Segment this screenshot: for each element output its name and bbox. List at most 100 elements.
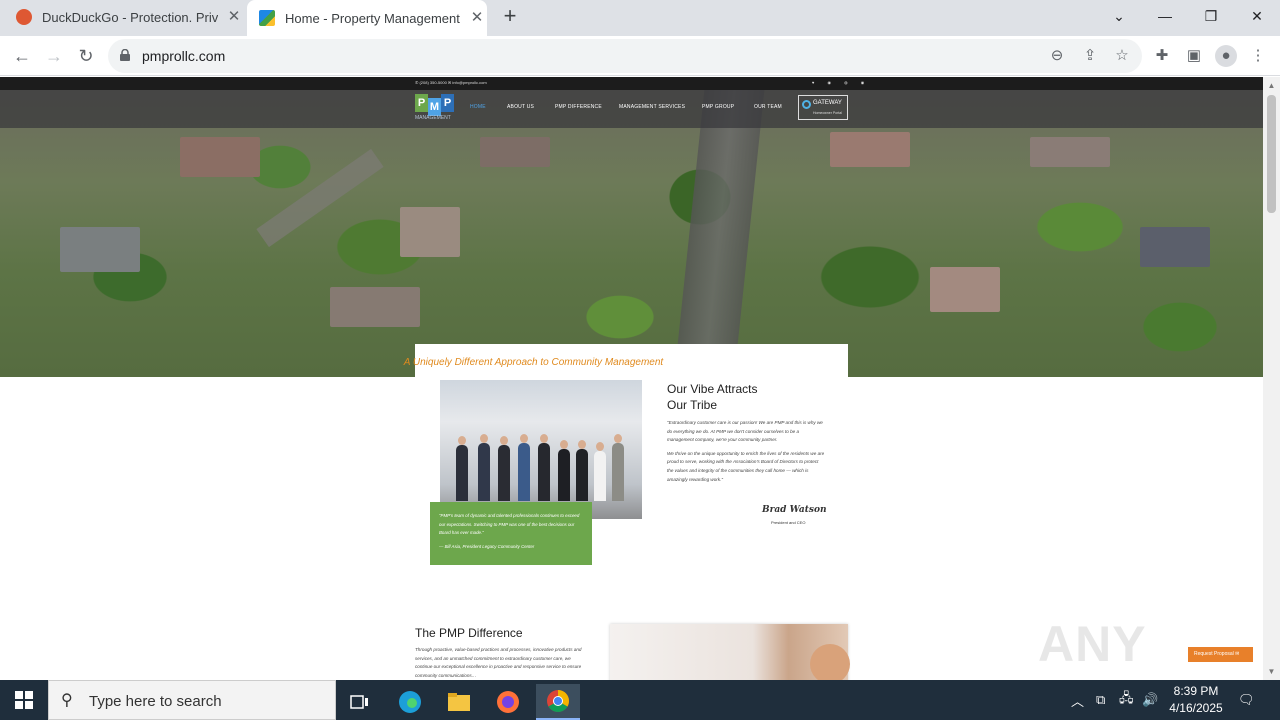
logo-letter: P: [415, 94, 428, 112]
contact-info[interactable]: ✆ (208) 350-5000 ✉ info@pmprollc.com: [415, 80, 487, 85]
volume-icon[interactable]: 🔊: [1142, 680, 1158, 720]
nav-home[interactable]: HOME: [470, 104, 486, 110]
close-tab-icon[interactable]: ✕: [469, 10, 485, 26]
profile-avatar-icon[interactable]: ●: [1215, 45, 1237, 67]
scroll-up-icon[interactable]: ▲: [1267, 81, 1276, 90]
restore-button[interactable]: ❐: [1188, 0, 1234, 32]
difference-heading: The PMP Difference: [415, 626, 523, 640]
team-member: [594, 442, 606, 501]
close-window-button[interactable]: ✕: [1234, 0, 1280, 32]
gateway-subtitle: Homeowner Portal: [813, 111, 842, 115]
firefox-icon[interactable]: [486, 684, 530, 720]
zoom-icon[interactable]: ⊖: [1048, 47, 1066, 65]
minimize-button[interactable]: —: [1142, 0, 1188, 32]
meet-now-icon[interactable]: ⧉: [1096, 680, 1105, 720]
house-roof: [830, 132, 910, 167]
vibe-heading: Our Vibe Attracts Our Tribe: [667, 381, 758, 413]
page-scrollbar[interactable]: ▲ ▼: [1263, 77, 1280, 680]
logo-subtitle: MANAGEMENT: [415, 115, 451, 121]
extensions-puzzle-icon[interactable]: ✚: [1151, 45, 1173, 67]
social-icons[interactable]: ♥ ◉ ◍ ◉: [812, 80, 870, 85]
request-proposal-button[interactable]: Request Proposal ✉: [1188, 647, 1253, 662]
house-roof: [330, 287, 420, 327]
nav-management-services[interactable]: MANAGEMENT SERVICES: [619, 104, 685, 110]
tab-strip: DuckDuckGo - Protection. Privac ✕ Home -…: [0, 0, 1280, 36]
scroll-down-icon[interactable]: ▼: [1267, 667, 1276, 676]
start-button[interactable]: [0, 680, 48, 720]
tab-search-chevron-icon[interactable]: ⌄: [1096, 0, 1142, 32]
vibe-heading-line: Our Vibe Attracts: [667, 382, 758, 396]
vibe-paragraph: We thrive on the unique opportunity to e…: [667, 450, 825, 482]
house-roof: [180, 137, 260, 177]
taskbar-search[interactable]: ⚲ Type here to search: [48, 680, 336, 720]
gateway-portal-button[interactable]: GATEWAY Homeowner Portal: [798, 95, 848, 120]
side-panel-icon[interactable]: ▣: [1183, 45, 1205, 67]
gateway-icon: [802, 100, 811, 109]
network-icon[interactable]: 🖧: [1119, 680, 1134, 720]
team-member: [498, 436, 510, 501]
new-tab-button[interactable]: +: [498, 5, 522, 29]
team-member: [538, 434, 550, 501]
team-member: [456, 436, 468, 501]
vibe-paragraph: "Extraordinary customer care is our pass…: [667, 420, 823, 443]
house-roof: [60, 227, 140, 272]
nav-pmp-difference[interactable]: PMP DIFFERENCE: [555, 104, 602, 110]
nav-our-team[interactable]: OUR TEAM: [754, 104, 782, 110]
hero-road: [256, 148, 384, 248]
task-view-icon[interactable]: [338, 684, 382, 720]
close-tab-icon[interactable]: ✕: [226, 9, 242, 25]
difference-text: Through proactive, value-based practices…: [415, 647, 582, 678]
team-member: [518, 434, 530, 501]
nav-about-us[interactable]: ABOUT US: [507, 104, 534, 110]
notifications-icon[interactable]: 🗨: [1238, 680, 1255, 720]
difference-image: [610, 624, 850, 680]
url-text[interactable]: pmprollc.com: [142, 48, 225, 64]
logo-letter: P: [441, 94, 454, 112]
house-roof: [480, 137, 550, 167]
edge-icon[interactable]: [388, 684, 432, 720]
team-photo: [440, 380, 642, 519]
share-icon[interactable]: ⇪: [1081, 47, 1099, 65]
house-roof: [930, 267, 1000, 312]
chrome-icon[interactable]: [536, 684, 580, 720]
more-menu-icon[interactable]: ⋮: [1247, 45, 1269, 67]
search-placeholder: Type here to search: [89, 693, 222, 710]
team-member: [478, 434, 490, 501]
testimonial-author: — Bill Asia, President Legacy Community …: [439, 543, 535, 549]
clock-date: 4/16/2025: [1169, 701, 1223, 715]
signature-role: President and CEO: [771, 520, 806, 525]
windows-logo-icon: [15, 691, 33, 709]
house-roof: [400, 207, 460, 257]
team-member: [576, 440, 588, 501]
search-icon: ⚲: [61, 692, 73, 709]
lock-icon[interactable]: [120, 49, 130, 61]
reload-icon[interactable]: ↻: [72, 42, 100, 70]
forward-arrow-icon[interactable]: →: [40, 42, 68, 70]
show-hidden-icons[interactable]: ︿: [1071, 680, 1084, 720]
logo-letter: M: [428, 98, 441, 116]
vibe-text: "Extraordinary customer care is our pass…: [667, 419, 825, 484]
tab-home-property-management[interactable]: Home - Property Management I ✕: [247, 0, 487, 36]
browser-toolbar: ← → ↻ pmprollc.com ⊖ ⇪ ☆ ✚ ▣ ● ⋮: [0, 36, 1280, 76]
bookmark-star-icon[interactable]: ☆: [1113, 47, 1131, 65]
file-explorer-icon[interactable]: [437, 684, 481, 720]
taskbar: ⚲ Type here to search ︿ ⧉ 🖧 🔊 8:39 PM 4/…: [0, 680, 1280, 720]
tagline-text: A Uniquely Different Approach to Communi…: [403, 357, 664, 368]
back-arrow-icon[interactable]: ←: [8, 42, 36, 70]
gateway-title: GATEWAY: [813, 100, 842, 106]
nav-pmp-group[interactable]: PMP GROUP: [702, 104, 734, 110]
signature: Brad Watson: [762, 505, 827, 515]
system-clock[interactable]: 8:39 PM 4/16/2025: [1166, 683, 1226, 717]
clock-time: 8:39 PM: [1173, 684, 1219, 698]
pmp-logo[interactable]: P M P MANAGEMENT: [415, 94, 457, 124]
pmp-favicon-icon: [259, 10, 275, 26]
testimonial-quote: "PMP's team of dynamic and talented prof…: [439, 513, 580, 535]
vibe-heading-line: Our Tribe: [667, 398, 718, 412]
team-member: [558, 440, 570, 501]
tab-duckduckgo[interactable]: DuckDuckGo - Protection. Privac ✕: [16, 0, 246, 34]
tab-title: DuckDuckGo - Protection. Privac: [42, 9, 218, 25]
address-bar[interactable]: pmprollc.com ⊖ ⇪ ☆: [108, 39, 1142, 73]
tagline: A Uniquely Different Approach to Communi…: [0, 357, 1263, 368]
site-topbar: ✆ (208) 350-5000 ✉ info@pmprollc.com ♥ ◉…: [0, 77, 1263, 90]
scroll-thumb[interactable]: [1267, 95, 1276, 213]
